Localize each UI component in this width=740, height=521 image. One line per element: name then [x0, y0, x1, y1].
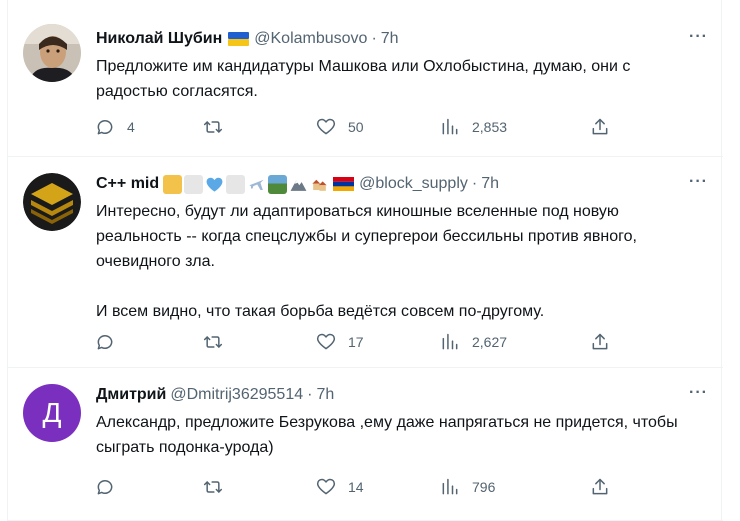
reply-count: 4 [127, 119, 135, 135]
retweet-button[interactable] [203, 117, 235, 137]
timeline-feed: Николай Шубин @Kolambusovo · 7h ··· Пред… [7, 0, 723, 521]
tweet-actions: 14 796 [95, 477, 615, 499]
retweet-icon [203, 336, 223, 348]
tweet-actions: 4 50 2,853 [95, 117, 615, 139]
timestamp[interactable]: 7h [481, 175, 499, 193]
airplane-icon [247, 175, 266, 194]
share-button[interactable] [590, 477, 622, 497]
placeholder-emoji-icon [184, 174, 204, 194]
retweet-button[interactable] [203, 332, 235, 352]
separator-dot: · [307, 386, 313, 403]
tweet-3[interactable]: Д Дмитрий @Dmitrij36295514 · 7h ··· Алек… [8, 368, 723, 521]
author-name[interactable]: C++ mid [96, 175, 159, 193]
reply-button[interactable] [95, 477, 127, 497]
tweet-header: Николай Шубин @Kolambusovo · 7h [96, 28, 399, 50]
share-icon [592, 118, 608, 135]
ukraine-flag-icon [228, 32, 250, 46]
reply-icon [97, 335, 113, 350]
avatar[interactable] [23, 24, 81, 82]
views-chart-icon [442, 478, 458, 495]
views-button[interactable]: 2,853 [440, 117, 507, 137]
like-button[interactable]: 14 [316, 477, 364, 497]
reply-icon [97, 120, 113, 135]
more-options-icon[interactable]: ··· [689, 173, 708, 191]
reply-button[interactable] [95, 332, 127, 352]
separator-dot: · [371, 30, 377, 47]
tweet-header: C++ mid @block_supply · 7h [96, 173, 499, 195]
timestamp[interactable]: 7h [381, 30, 399, 48]
views-button[interactable]: 796 [440, 477, 495, 497]
heart-icon [316, 478, 336, 495]
like-button[interactable]: 17 [316, 332, 364, 352]
avatar[interactable] [23, 173, 81, 231]
share-icon [592, 333, 608, 350]
reply-button[interactable]: 4 [95, 117, 135, 137]
author-handle[interactable]: @Dmitrij36295514 [170, 386, 303, 404]
tweet-2[interactable]: C++ mid @block_supply · 7h ··· Интересно… [8, 157, 723, 368]
avatar-letter: Д [42, 397, 62, 428]
author-name[interactable]: Николай Шубин [96, 30, 222, 48]
view-count: 796 [472, 479, 496, 495]
share-icon [592, 478, 608, 495]
more-options-icon[interactable]: ··· [689, 28, 708, 46]
heart-icon [316, 118, 336, 135]
tweet-1[interactable]: Николай Шубин @Kolambusovo · 7h ··· Пред… [8, 0, 723, 157]
views-chart-icon [442, 118, 458, 135]
tweet-text: Предложите им кандидатуры Машкова или Ох… [96, 58, 631, 100]
author-name[interactable]: Дмитрий [96, 386, 166, 404]
separator-dot: · [471, 175, 478, 192]
retweet-button[interactable] [203, 477, 235, 497]
view-count: 2,627 [472, 334, 508, 350]
tweet-text: Интересно, будут ли адаптироваться кинош… [96, 203, 637, 320]
author-handle[interactable]: @Kolambusovo [254, 30, 367, 48]
retweet-icon [203, 481, 223, 493]
view-count: 2,853 [472, 119, 508, 135]
tweet-text: Александр, предложите Безрукова ,ему даж… [96, 414, 678, 456]
like-button[interactable]: 50 [316, 117, 364, 137]
views-button[interactable]: 2,627 [440, 332, 507, 352]
like-count: 17 [348, 334, 364, 350]
like-count: 50 [348, 119, 364, 135]
houses-icon [310, 175, 329, 194]
heart-icon [316, 333, 336, 350]
placeholder-emoji-icon [226, 174, 246, 194]
share-button[interactable] [590, 332, 622, 352]
share-button[interactable] [590, 117, 622, 137]
avatar[interactable]: Д [23, 384, 81, 442]
tweet-actions: 17 2,627 [95, 332, 615, 354]
more-options-icon[interactable]: ··· [689, 384, 708, 402]
author-handle[interactable]: @block_supply [359, 175, 468, 193]
landscape-icon [268, 174, 288, 194]
reply-icon [97, 480, 113, 495]
people-emoji-icon [163, 174, 183, 194]
like-count: 14 [348, 479, 364, 495]
views-chart-icon [442, 333, 458, 350]
timestamp[interactable]: 7h [316, 386, 334, 404]
mountain-icon [289, 175, 308, 194]
armenia-flag-icon [333, 177, 355, 191]
blue-heart-icon [205, 175, 224, 194]
tweet-header: Дмитрий @Dmitrij36295514 · 7h [96, 384, 334, 406]
retweet-icon [203, 121, 223, 133]
